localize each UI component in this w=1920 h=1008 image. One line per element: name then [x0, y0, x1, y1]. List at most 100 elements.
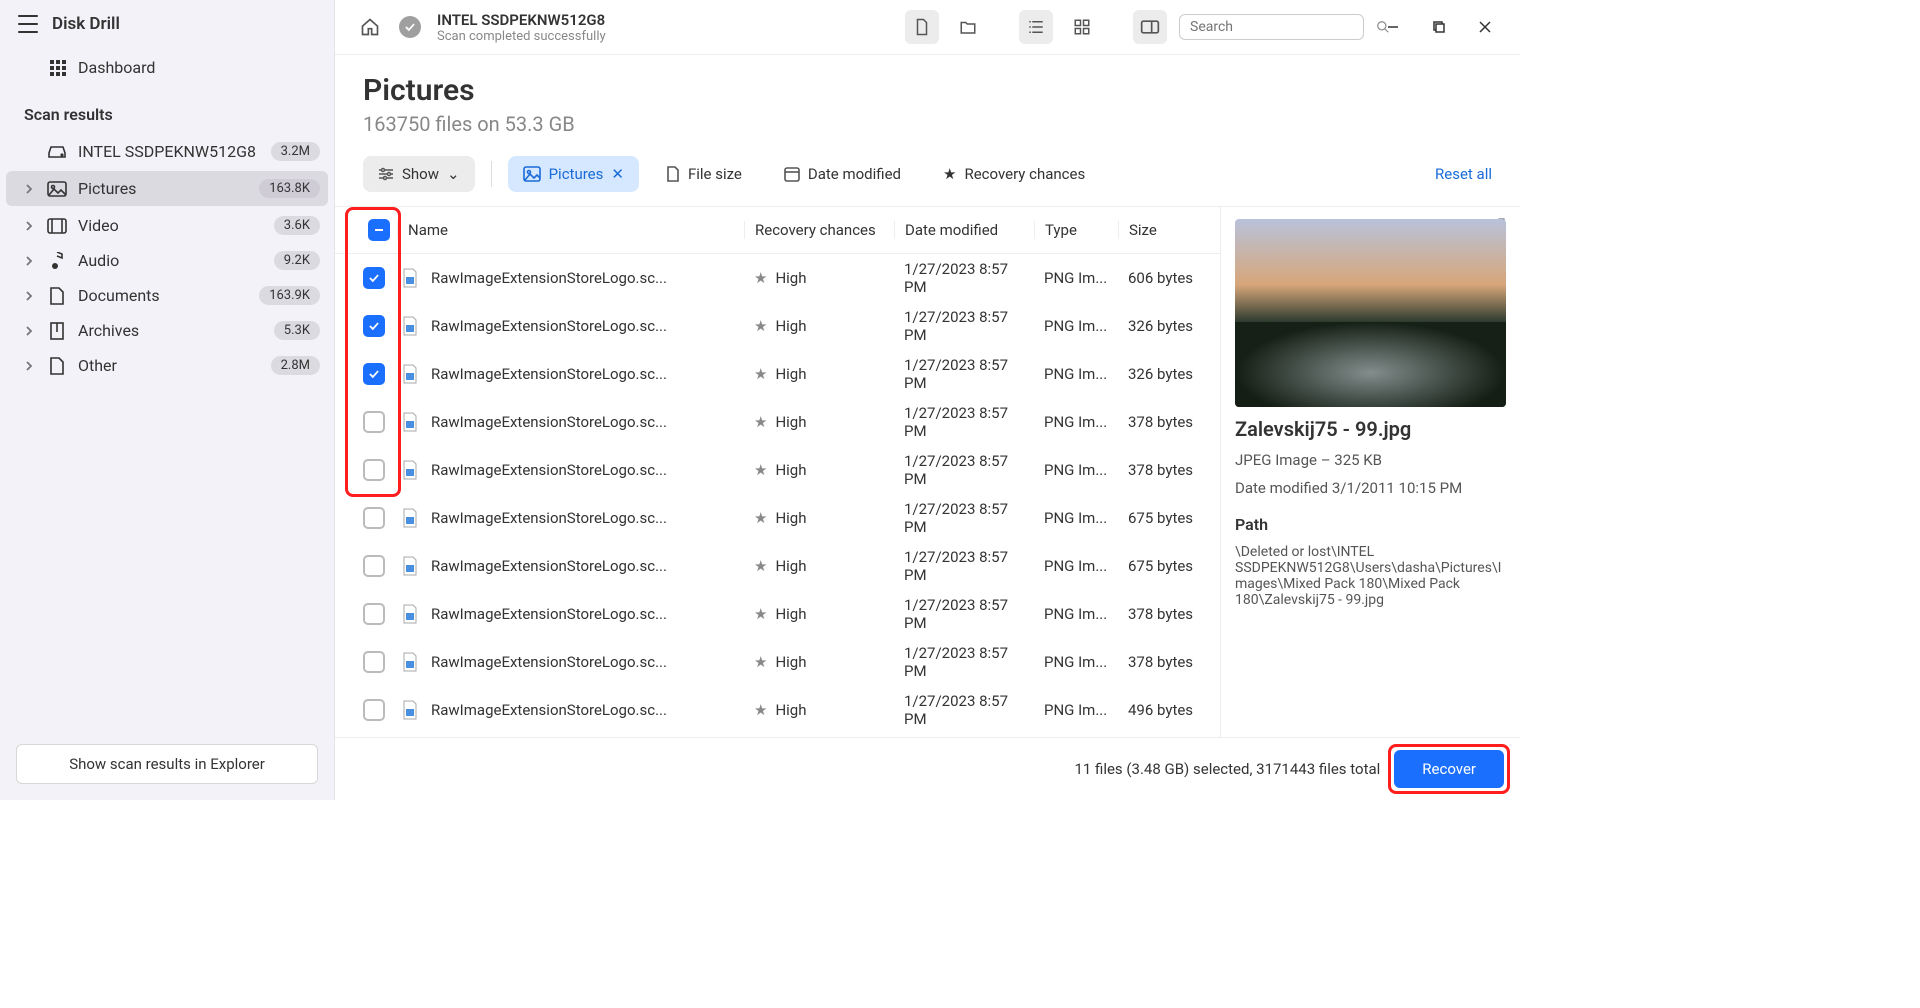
home-icon[interactable] [353, 10, 387, 44]
reset-all-link[interactable]: Reset all [1435, 165, 1492, 183]
row-checkbox[interactable] [363, 267, 385, 289]
file-name: RawImageExtensionStoreLogo.sc... [431, 557, 667, 575]
table-row[interactable]: RawImageExtensionStoreLogo.sc... ★High 1… [335, 542, 1220, 590]
size-label: 326 bytes [1118, 317, 1212, 335]
row-checkbox[interactable] [363, 603, 385, 625]
show-filter[interactable]: Show ⌄ [363, 156, 475, 192]
recovery-filter[interactable]: ★ Recovery chances [928, 156, 1100, 192]
type-label: PNG Im... [1034, 509, 1118, 527]
recovery-label: High [775, 317, 806, 335]
size-label: 378 bytes [1118, 413, 1212, 431]
type-label: PNG Im... [1034, 653, 1118, 671]
table-row[interactable]: RawImageExtensionStoreLogo.sc... ★High 1… [335, 398, 1220, 446]
date-label: 1/27/2023 8:57 PM [894, 404, 1034, 440]
recovery-label: High [775, 365, 806, 383]
sidebar-item-pictures[interactable]: Pictures 163.8K [6, 171, 328, 206]
table-row[interactable]: RawImageExtensionStoreLogo.sc... ★High 1… [335, 590, 1220, 638]
sidebar-item-label: Video [78, 216, 264, 235]
size-label: 675 bytes [1118, 509, 1212, 527]
sidebar-drive[interactable]: INTEL SSDPEKNW512G8 3.2M [0, 134, 334, 169]
search-input[interactable] [1190, 19, 1368, 35]
preview-toggle-icon[interactable] [1133, 10, 1167, 44]
recover-button[interactable]: Recover [1394, 750, 1504, 788]
recovery-label: High [775, 509, 806, 527]
pictures-filter[interactable]: Pictures ✕ [508, 156, 639, 192]
chevron-right-icon [22, 221, 36, 231]
folder-view-icon[interactable] [951, 10, 985, 44]
date-label: 1/27/2023 8:57 PM [894, 548, 1034, 584]
row-checkbox[interactable] [363, 555, 385, 577]
sidebar-item-archives[interactable]: Archives 5.3K [0, 313, 334, 348]
sidebar-item-label: Documents [78, 286, 249, 305]
file-name: RawImageExtensionStoreLogo.sc... [431, 461, 667, 479]
table-row[interactable]: RawImageExtensionStoreLogo.sc... ★High 1… [335, 734, 1220, 737]
row-checkbox[interactable] [363, 699, 385, 721]
col-size[interactable]: Size [1118, 221, 1212, 239]
file-thumb-icon [401, 364, 423, 384]
table-row[interactable]: RawImageExtensionStoreLogo.sc... ★High 1… [335, 302, 1220, 350]
chevron-down-icon: ⌄ [447, 165, 460, 183]
file-view-icon[interactable] [905, 10, 939, 44]
row-checkbox[interactable] [363, 507, 385, 529]
file-name: RawImageExtensionStoreLogo.sc... [431, 413, 667, 431]
col-date[interactable]: Date modified [894, 221, 1034, 239]
row-checkbox[interactable] [363, 651, 385, 673]
audio-icon [46, 252, 68, 270]
sidebar-section-title: Scan results [0, 87, 334, 134]
sidebar-item-other[interactable]: Other 2.8M [0, 348, 334, 383]
minimize-icon[interactable] [1376, 10, 1410, 44]
datemodified-filter[interactable]: Date modified [769, 156, 916, 192]
chevron-right-icon [22, 361, 36, 371]
type-label: PNG Im... [1034, 413, 1118, 431]
pictures-icon [46, 181, 68, 197]
size-label: 378 bytes [1118, 461, 1212, 479]
chevron-right-icon [22, 291, 36, 301]
app-title: Disk Drill [52, 14, 120, 34]
file-name: RawImageExtensionStoreLogo.sc... [431, 269, 667, 287]
search-box[interactable] [1179, 14, 1364, 40]
list-view-icon[interactable] [1019, 10, 1053, 44]
size-label: 378 bytes [1118, 605, 1212, 623]
file-thumb-icon [401, 700, 423, 720]
table-row[interactable]: RawImageExtensionStoreLogo.sc... ★High 1… [335, 350, 1220, 398]
remove-filter-icon[interactable]: ✕ [611, 165, 624, 183]
table-row[interactable]: RawImageExtensionStoreLogo.sc... ★High 1… [335, 686, 1220, 734]
row-checkbox[interactable] [363, 315, 385, 337]
file-icon [666, 166, 680, 182]
sidebar-dashboard[interactable]: Dashboard [0, 48, 334, 87]
close-icon[interactable] [1468, 10, 1502, 44]
row-checkbox[interactable] [363, 363, 385, 385]
file-thumb-icon [401, 412, 423, 432]
row-checkbox[interactable] [363, 411, 385, 433]
sidebar-item-video[interactable]: Video 3.6K [0, 208, 334, 243]
grid-view-icon[interactable] [1065, 10, 1099, 44]
size-label: 496 bytes [1118, 701, 1212, 719]
recovery-label: High [775, 605, 806, 623]
file-name: RawImageExtensionStoreLogo.sc... [431, 701, 667, 719]
row-checkbox[interactable] [363, 459, 385, 481]
size-label: 606 bytes [1118, 269, 1212, 287]
menu-icon[interactable] [18, 15, 38, 33]
filesize-filter[interactable]: File size [651, 156, 757, 192]
date-label: 1/27/2023 8:57 PM [894, 260, 1034, 296]
sidebar-item-label: Audio [78, 251, 264, 270]
col-recovery[interactable]: Recovery chances [744, 221, 894, 239]
date-label: 1/27/2023 8:57 PM [894, 356, 1034, 392]
calendar-icon [784, 166, 800, 182]
sidebar-item-audio[interactable]: Audio 9.2K [0, 243, 334, 278]
sidebar-item-documents[interactable]: Documents 163.9K [0, 278, 334, 313]
maximize-icon[interactable] [1422, 10, 1456, 44]
col-type[interactable]: Type [1034, 221, 1118, 239]
star-icon: ★ [754, 365, 767, 383]
select-all-checkbox[interactable] [368, 219, 390, 241]
show-explorer-button[interactable]: Show scan results in Explorer [16, 744, 318, 784]
drive-icon [46, 145, 68, 159]
table-row[interactable]: RawImageExtensionStoreLogo.sc... ★High 1… [335, 254, 1220, 302]
type-label: PNG Im... [1034, 605, 1118, 623]
table-row[interactable]: RawImageExtensionStoreLogo.sc... ★High 1… [335, 638, 1220, 686]
table-row[interactable]: RawImageExtensionStoreLogo.sc... ★High 1… [335, 494, 1220, 542]
topbar-drive-name: INTEL SSDPEKNW512G8 [437, 11, 606, 29]
col-name[interactable]: Name [397, 221, 744, 239]
type-label: PNG Im... [1034, 701, 1118, 719]
table-row[interactable]: RawImageExtensionStoreLogo.sc... ★High 1… [335, 446, 1220, 494]
